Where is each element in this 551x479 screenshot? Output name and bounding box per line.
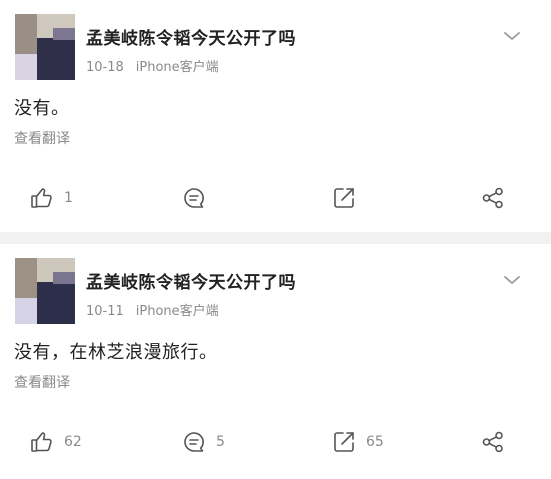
forward-icon: [334, 188, 354, 208]
post-content: 没有，在林芝浪漫旅行。: [14, 342, 218, 363]
like-count: 1: [64, 190, 73, 206]
forward-icon: [334, 432, 354, 452]
like-icon: [31, 188, 52, 208]
chevron-down-icon[interactable]: [503, 274, 521, 286]
forward-button[interactable]: [332, 180, 366, 216]
comment-icon: [184, 188, 204, 208]
like-button[interactable]: 1: [30, 180, 73, 216]
avatar[interactable]: [15, 258, 75, 324]
like-icon: [31, 432, 52, 452]
comment-icon: [184, 432, 204, 452]
like-button[interactable]: 62: [30, 424, 82, 460]
author-name[interactable]: 孟美岐陈令韬今天公开了吗: [86, 268, 296, 293]
post-meta: 10-11 iPhone客户端: [86, 300, 219, 319]
chevron-down-icon[interactable]: [503, 30, 521, 42]
comment-button[interactable]: [182, 180, 216, 216]
forward-button[interactable]: 65: [332, 424, 384, 460]
weibo-post: 孟美岐陈令韬今天公开了吗 10-18 iPhone客户端 没有。 查看翻译 1: [0, 0, 551, 232]
view-translation-link[interactable]: 查看翻译: [14, 128, 70, 148]
action-bar: 1: [0, 180, 551, 216]
post-content: 没有。: [14, 98, 70, 119]
action-bar: 62 5 65: [0, 424, 551, 460]
post-date: 10-18: [86, 60, 124, 75]
post-separator: [0, 232, 551, 244]
post-date: 10-11: [86, 304, 124, 319]
comment-button[interactable]: 5: [182, 424, 225, 460]
forward-count: 65: [366, 434, 384, 450]
post-source: iPhone客户端: [135, 60, 219, 75]
author-name[interactable]: 孟美岐陈令韬今天公开了吗: [86, 24, 296, 49]
comment-count: 5: [216, 434, 225, 450]
post-meta: 10-18 iPhone客户端: [86, 56, 219, 75]
post-source: iPhone客户端: [135, 304, 219, 319]
like-count: 62: [64, 434, 82, 450]
avatar[interactable]: [15, 14, 75, 80]
share-button[interactable]: [481, 424, 505, 460]
share-button[interactable]: [481, 180, 505, 216]
share-icon: [482, 431, 503, 453]
view-translation-link[interactable]: 查看翻译: [14, 372, 70, 392]
weibo-post: 孟美岐陈令韬今天公开了吗 10-11 iPhone客户端 没有，在林芝浪漫旅行。 …: [0, 244, 551, 479]
share-icon: [482, 187, 503, 209]
